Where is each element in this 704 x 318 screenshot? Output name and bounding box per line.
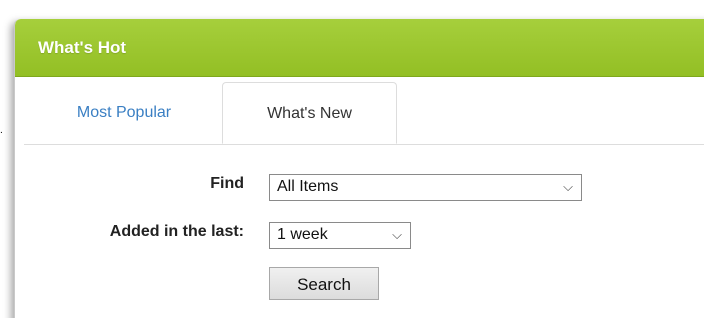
panel-title: What's Hot bbox=[15, 19, 704, 77]
period-select[interactable]: 1 week ⌵ bbox=[269, 222, 411, 249]
tab-bar: Most Popular What's New bbox=[24, 82, 704, 145]
cursor-dot: . bbox=[0, 125, 3, 136]
tab-most-popular[interactable]: Most Popular bbox=[24, 82, 224, 144]
find-label: Find bbox=[210, 175, 244, 192]
find-select-value: All Items bbox=[277, 178, 339, 195]
tab-whats-new[interactable]: What's New bbox=[222, 82, 397, 144]
chevron-down-icon: ⌵ bbox=[563, 179, 573, 194]
added-in-last-label: Added in the last: bbox=[109, 223, 244, 240]
period-select-value: 1 week bbox=[277, 226, 328, 243]
find-select[interactable]: All Items ⌵ bbox=[269, 174, 582, 201]
screen: . What's Hot Most Popular What's New Fin… bbox=[0, 0, 704, 318]
chevron-down-icon: ⌵ bbox=[392, 227, 402, 242]
search-button[interactable]: Search bbox=[269, 267, 379, 300]
